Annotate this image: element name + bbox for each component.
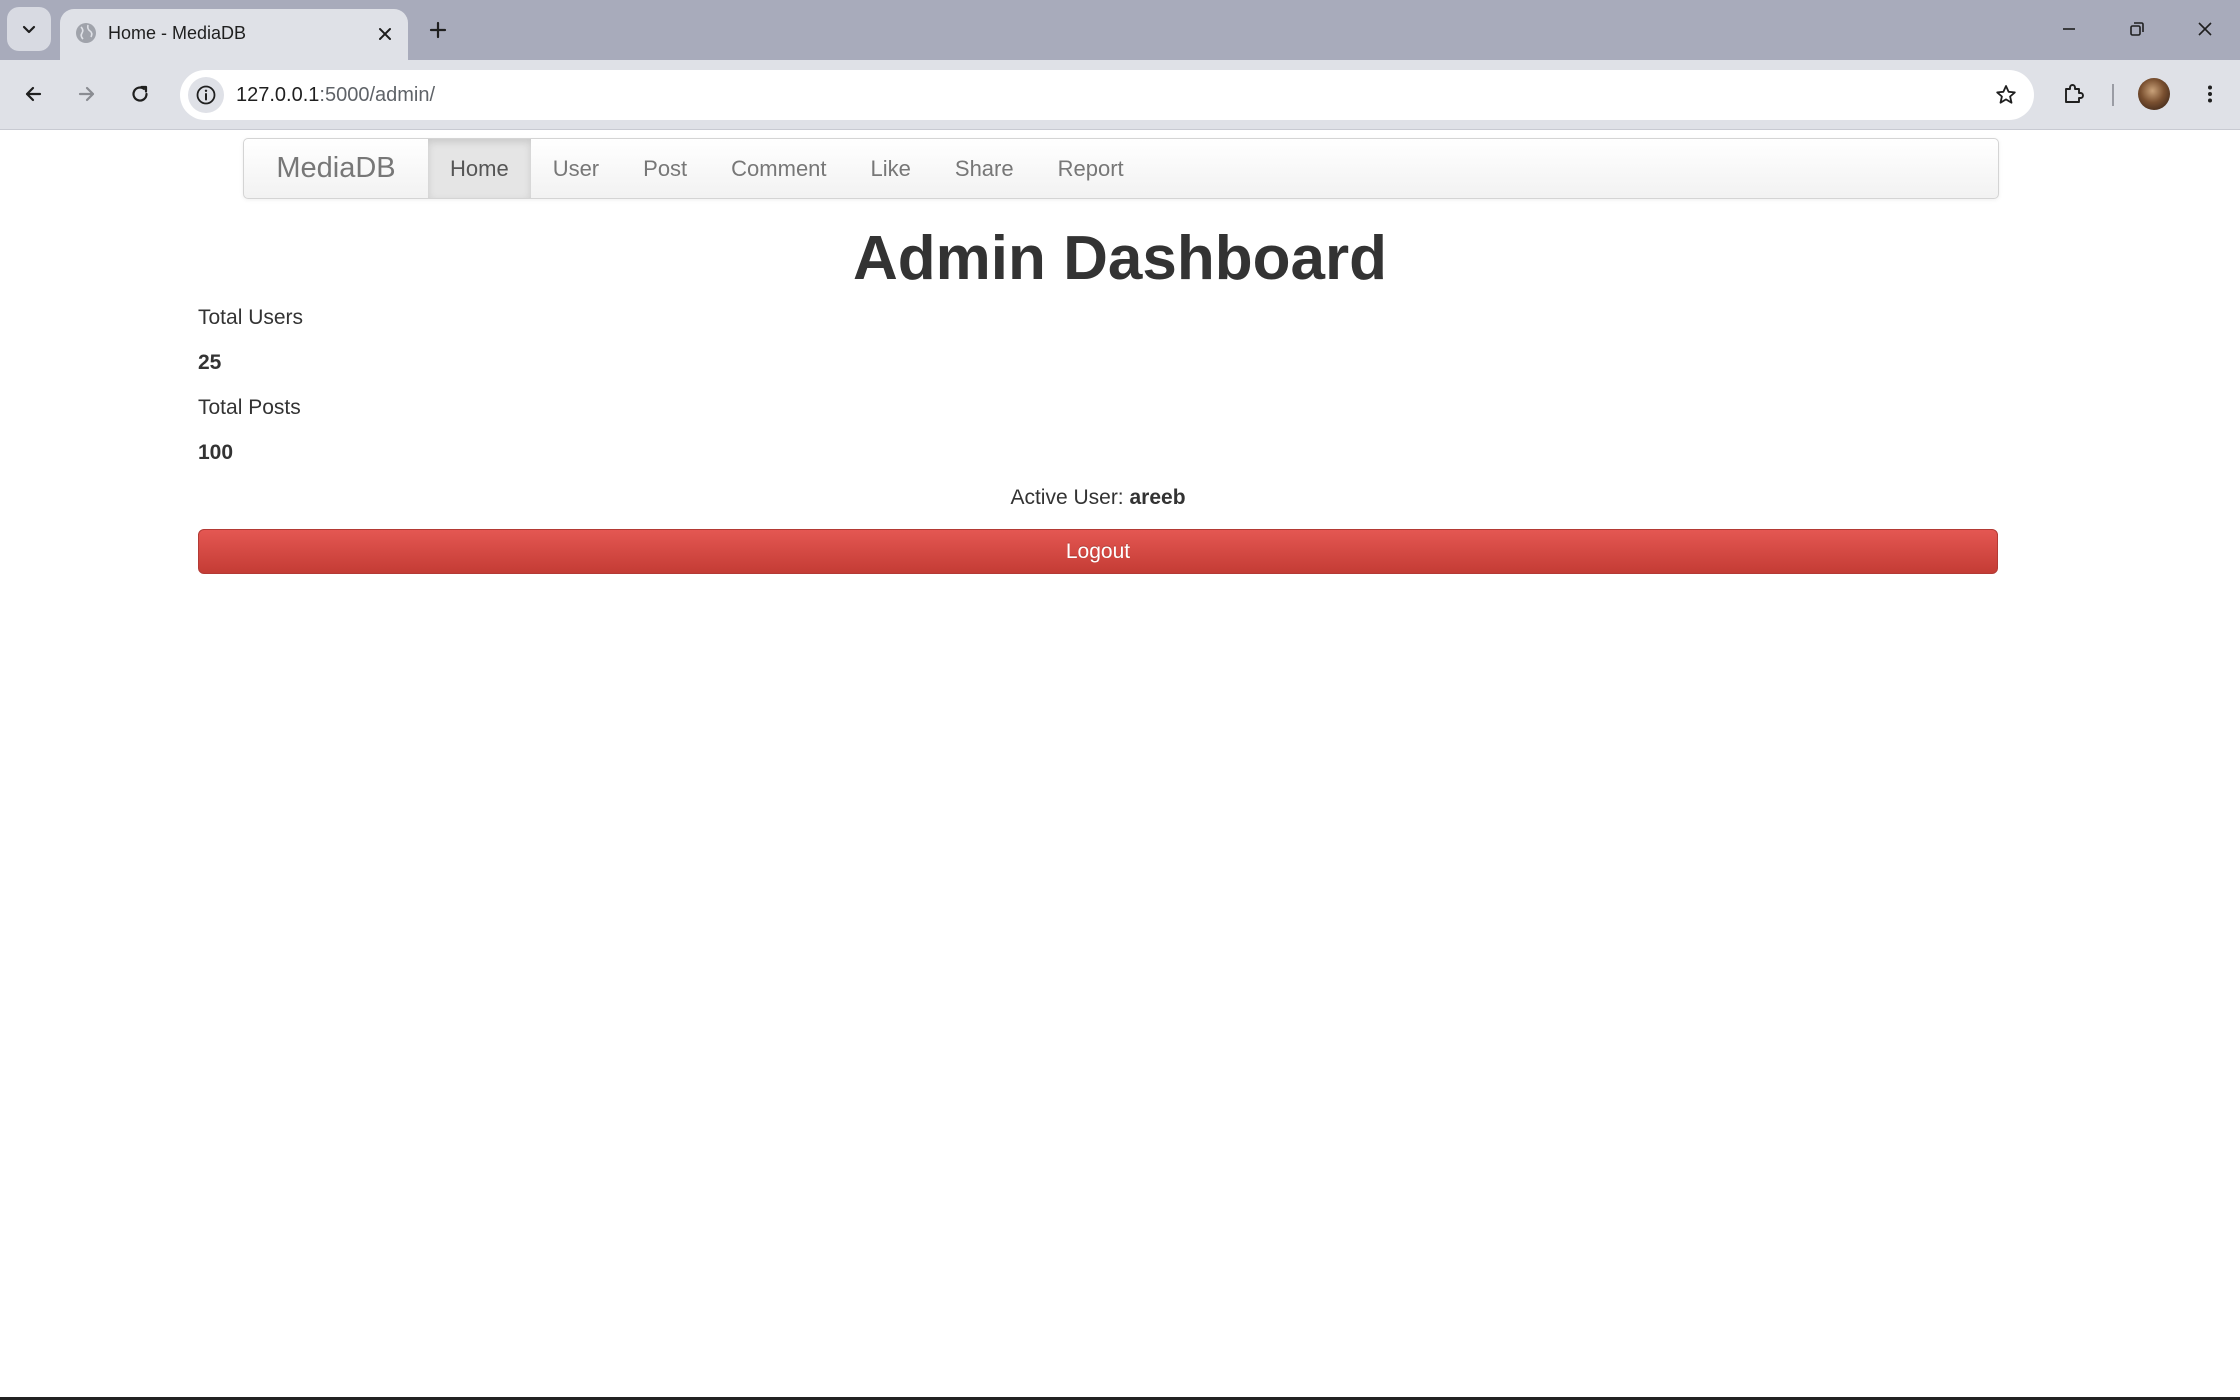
restore-icon [2130,22,2144,36]
puzzle-icon [2065,84,2084,103]
bookmark-button[interactable] [1988,77,2024,113]
active-user-line: Active User: areeb [0,483,2196,513]
navbar-items: Home User Post Comment Like Share Report [428,139,1146,198]
chevron-down-icon [22,25,36,34]
globe-icon [76,23,96,43]
stat-value-total-users: 25 [198,351,222,374]
url-host: 127.0.0.1 [236,84,320,106]
info-icon [196,85,216,105]
reload-icon [132,85,148,102]
browser-menu-button[interactable] [2188,72,2232,116]
tab-close-button[interactable] [372,21,398,47]
nav-item-user[interactable]: User [531,139,621,198]
browser-tab-active[interactable]: Home - MediaDB [60,9,408,60]
site-info-button[interactable] [188,77,224,113]
site-navbar: MediaDB Home User Post Comment Like Shar… [243,138,1999,199]
new-tab-button[interactable] [420,12,456,48]
forward-button[interactable] [65,72,109,116]
restore-button[interactable] [2112,6,2162,52]
page-viewport: MediaDB Home User Post Comment Like Shar… [0,131,2240,1397]
address-bar[interactable]: 127.0.0.1:5000/admin/ [180,70,2034,120]
stat-label-total-users: Total Users [198,306,304,329]
tab-title: Home - MediaDB [108,23,247,43]
back-button[interactable] [11,72,55,116]
close-window-button[interactable] [2180,6,2230,52]
nav-item-share[interactable]: Share [933,139,1036,198]
extensions-button[interactable] [2052,72,2096,116]
stat-value-total-posts: 100 [198,441,234,464]
star-icon [1996,85,2016,104]
page-title: Admin Dashboard [853,224,1387,293]
nav-item-comment[interactable]: Comment [709,139,848,198]
toolbar-divider [2112,84,2114,106]
close-icon [379,28,391,40]
close-icon [2198,22,2212,36]
browser-toolbar: 127.0.0.1:5000/admin/ [0,60,2240,130]
profile-avatar[interactable] [2138,78,2170,110]
nav-item-like[interactable]: Like [849,139,933,198]
browser-tabstrip: Home - MediaDB [0,0,2240,60]
url-path: :5000/admin/ [319,84,436,106]
url-text: 127.0.0.1:5000/admin/ [236,81,435,109]
nav-item-home[interactable]: Home [428,139,531,198]
plus-icon [429,21,447,39]
kebab-menu-icon [2208,85,2212,103]
nav-item-post[interactable]: Post [621,139,709,198]
logout-button[interactable]: Logout [198,529,1998,574]
tab-search-button[interactable] [7,7,51,51]
forward-arrow-icon [78,86,95,102]
active-user-name: areeb [1129,486,1186,509]
reload-button[interactable] [118,72,162,116]
stat-label-total-posts: Total Posts [198,396,301,419]
active-user-label: Active User: [1010,486,1130,509]
minimize-button[interactable] [2044,6,2094,52]
navbar-brand[interactable]: MediaDB [244,139,428,198]
nav-item-report[interactable]: Report [1036,139,1146,198]
back-arrow-icon [25,86,42,102]
minimize-icon [2063,28,2075,30]
